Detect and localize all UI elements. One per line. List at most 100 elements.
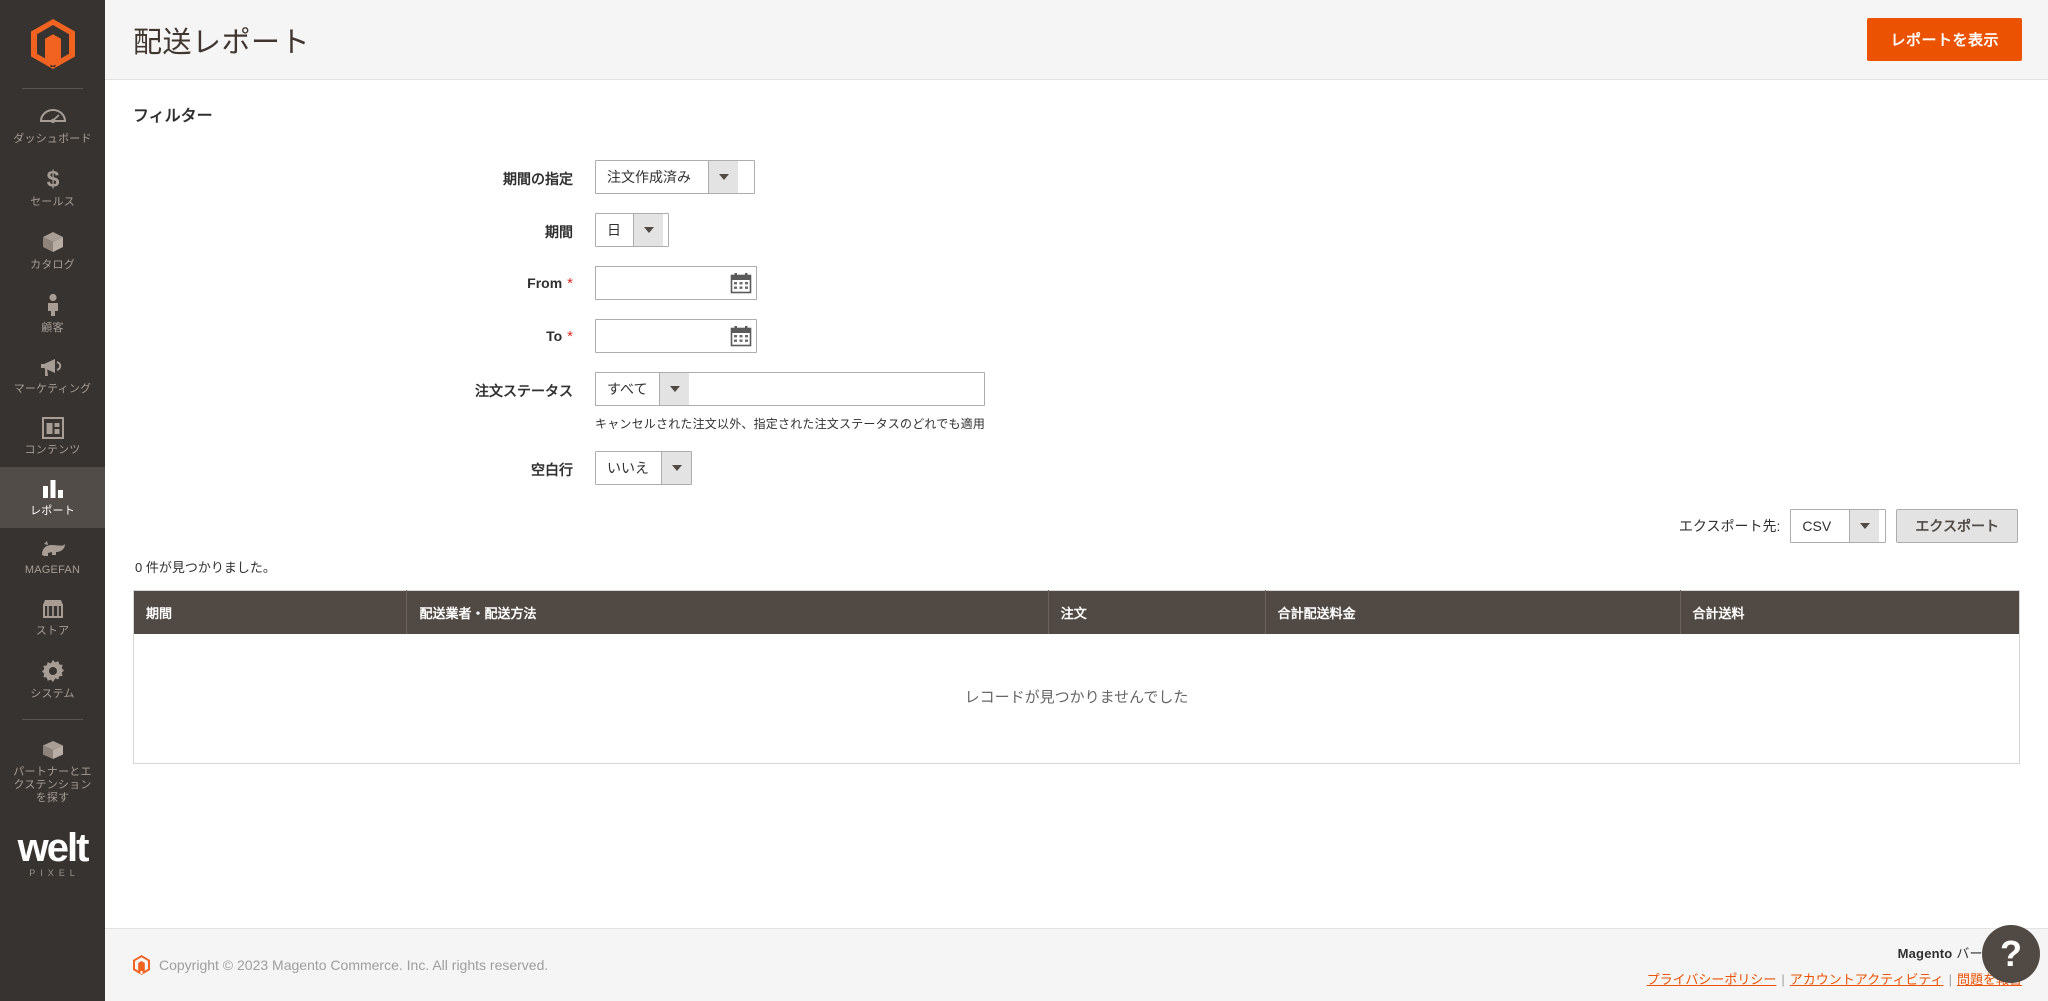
reports-bars-icon (41, 478, 65, 500)
order-status-select[interactable]: すべて (595, 372, 986, 406)
sidebar: ダッシュボード $ セールス カタログ 顧客 マーケティング コンテンツ レポー… (0, 0, 105, 1001)
system-gear-icon (41, 659, 65, 683)
sidebar-item-label: ダッシュボード (13, 133, 92, 145)
column-header-period[interactable]: 期間 (133, 590, 408, 634)
stores-shop-icon (41, 598, 65, 620)
column-header-total-shipping-fee[interactable]: 合計送料 (1680, 590, 2020, 634)
to-date-field[interactable] (595, 319, 757, 353)
shipping-report-table: 期間 配送業者・配送方法 注文 合計配送料金 合計送料 レコードが見つかりません… (133, 590, 2020, 764)
page-header: 配送レポート レポートを表示 (105, 0, 2048, 80)
marketing-megaphone-icon (40, 356, 66, 378)
magento-logo-icon (30, 19, 75, 69)
sidebar-item-label: セールス (30, 196, 75, 208)
filter-section: フィルター 期間の指定 注文作成済み 期間 日 From * To * 注文ステ… (105, 80, 2048, 764)
sidebar-item-dashboard[interactable]: ダッシュボード (0, 97, 105, 156)
column-header-orders[interactable]: 注文 (1048, 590, 1266, 634)
from-label: From * (133, 266, 595, 292)
sidebar-item-magefan[interactable]: MAGEFAN (0, 528, 105, 587)
svg-text:$: $ (46, 167, 59, 191)
field-row-period-spec: 期間の指定 注文作成済み (133, 160, 2020, 194)
chevron-down-icon (1849, 510, 1880, 542)
magento-logo[interactable] (0, 0, 105, 88)
export-bar: エクスポート先: CSV エクスポート (133, 509, 2020, 543)
order-status-label: 注文ステータス (475, 383, 573, 399)
sidebar-item-catalog[interactable]: カタログ (0, 219, 105, 282)
footer-links: プライバシーポリシー | アカウントアクティビティ | 問題を報告 (1647, 969, 2022, 988)
field-row-from: From * (133, 266, 2020, 300)
sidebar-item-label: 顧客 (41, 322, 64, 334)
weltpixel-logo-main: welt (17, 826, 90, 870)
export-button[interactable]: エクスポート (1896, 509, 2018, 543)
period-value: 日 (607, 222, 621, 238)
from-date-input[interactable] (606, 268, 730, 298)
sidebar-item-content[interactable]: コンテンツ (0, 406, 105, 467)
sidebar-item-marketing[interactable]: マーケティング (0, 345, 105, 406)
table-empty-row: レコードが見つかりませんでした (133, 634, 2020, 764)
period-spec-select[interactable]: 注文作成済み (595, 160, 755, 194)
sidebar-item-label: カタログ (30, 259, 75, 271)
copyright-block: Copyright © 2023 Magento Commerce. Inc. … (133, 955, 548, 975)
weltpixel-logo: welt PIXEL (0, 826, 105, 878)
footer-link-separator: | (1948, 971, 1952, 987)
empty-rows-select[interactable]: いいえ (595, 451, 692, 485)
export-label: エクスポート先: (1678, 518, 1781, 534)
calendar-icon[interactable] (730, 325, 752, 347)
empty-rows-label: 空白行 (531, 462, 573, 478)
customers-person-icon (45, 293, 61, 317)
sidebar-item-reports[interactable]: レポート (0, 467, 105, 528)
period-select[interactable]: 日 (595, 213, 669, 247)
footer-link-privacy-policy[interactable]: プライバシーポリシー (1647, 972, 1777, 987)
weltpixel-logo-sub: PIXEL (29, 868, 80, 878)
copyright-text: Copyright © 2023 Magento Commerce. Inc. … (159, 957, 549, 973)
to-date-input[interactable] (606, 321, 730, 351)
sidebar-divider (22, 88, 83, 89)
period-spec-value: 注文作成済み (607, 169, 691, 185)
field-row-order-status: 注文ステータス すべて キャンセルされた注文以外、指定された注文ステータスのどれ… (133, 372, 2020, 432)
magento-version: Magento バージョン (1647, 943, 2022, 962)
required-asterisk: * (567, 328, 573, 345)
sales-dollar-icon: $ (44, 167, 62, 191)
from-date-field[interactable] (595, 266, 757, 300)
records-count: 0 件が見つかりました。 (135, 560, 276, 575)
export-format-value: CSV (1802, 518, 1832, 534)
main-content: 配送レポート レポートを表示 フィルター 期間の指定 注文作成済み 期間 日 F… (105, 0, 2048, 1001)
order-status-value: すべて (607, 381, 648, 397)
show-report-button[interactable]: レポートを表示 (1867, 18, 2022, 61)
sidebar-divider-bottom (22, 719, 83, 720)
page-title: 配送レポート (133, 26, 311, 59)
admin-page: ダッシュボード $ セールス カタログ 顧客 マーケティング コンテンツ レポー… (0, 0, 2048, 1001)
partners-box-icon (41, 739, 65, 761)
content-window-icon (41, 417, 64, 439)
footer-link-account-activity[interactable]: アカウントアクティビティ (1790, 972, 1944, 987)
to-label: To * (133, 319, 595, 345)
dashboard-icon (39, 108, 66, 128)
sidebar-item-label: レポート (30, 505, 75, 517)
export-format-select[interactable]: CSV (1790, 509, 1887, 543)
sidebar-item-label: MAGEFAN (24, 564, 81, 576)
magefan-icon (39, 539, 67, 559)
empty-rows-value: いいえ (607, 460, 649, 476)
period-spec-label: 期間の指定 (503, 171, 573, 187)
sidebar-item-stores[interactable]: ストア (0, 587, 105, 648)
column-header-total-shipping-amount[interactable]: 合計配送料金 (1265, 590, 1681, 634)
column-header-carrier-method[interactable]: 配送業者・配送方法 (406, 590, 1049, 634)
sidebar-item-system[interactable]: システム (0, 648, 105, 711)
sidebar-item-customers[interactable]: 顧客 (0, 282, 105, 345)
field-row-to: To * (133, 319, 2020, 353)
sidebar-item-partners[interactable]: パートナーとエ クステンション を探す (0, 728, 105, 815)
sidebar-item-label: コンテンツ (24, 444, 81, 456)
field-row-period: 期間 日 (133, 213, 2020, 247)
help-button[interactable]: ? (1982, 925, 2040, 983)
chevron-down-icon (708, 161, 738, 193)
catalog-box-icon (41, 230, 65, 254)
chevron-down-icon (633, 214, 663, 246)
magento-logo-icon (133, 955, 150, 975)
magento-version-prefix: Magento (1897, 945, 1953, 961)
footer-right: Magento バージョン プライバシーポリシー|アカウントアクティビティ|問題… (1647, 943, 2022, 988)
filters-heading: フィルター (133, 108, 213, 125)
sidebar-item-sales[interactable]: $ セールス (0, 156, 105, 219)
sidebar-item-label: パートナーとエ クステンション を探す (13, 766, 92, 804)
field-row-empty-rows: 空白行 いいえ (133, 451, 2020, 485)
period-label: 期間 (545, 224, 573, 240)
calendar-icon[interactable] (730, 272, 752, 294)
